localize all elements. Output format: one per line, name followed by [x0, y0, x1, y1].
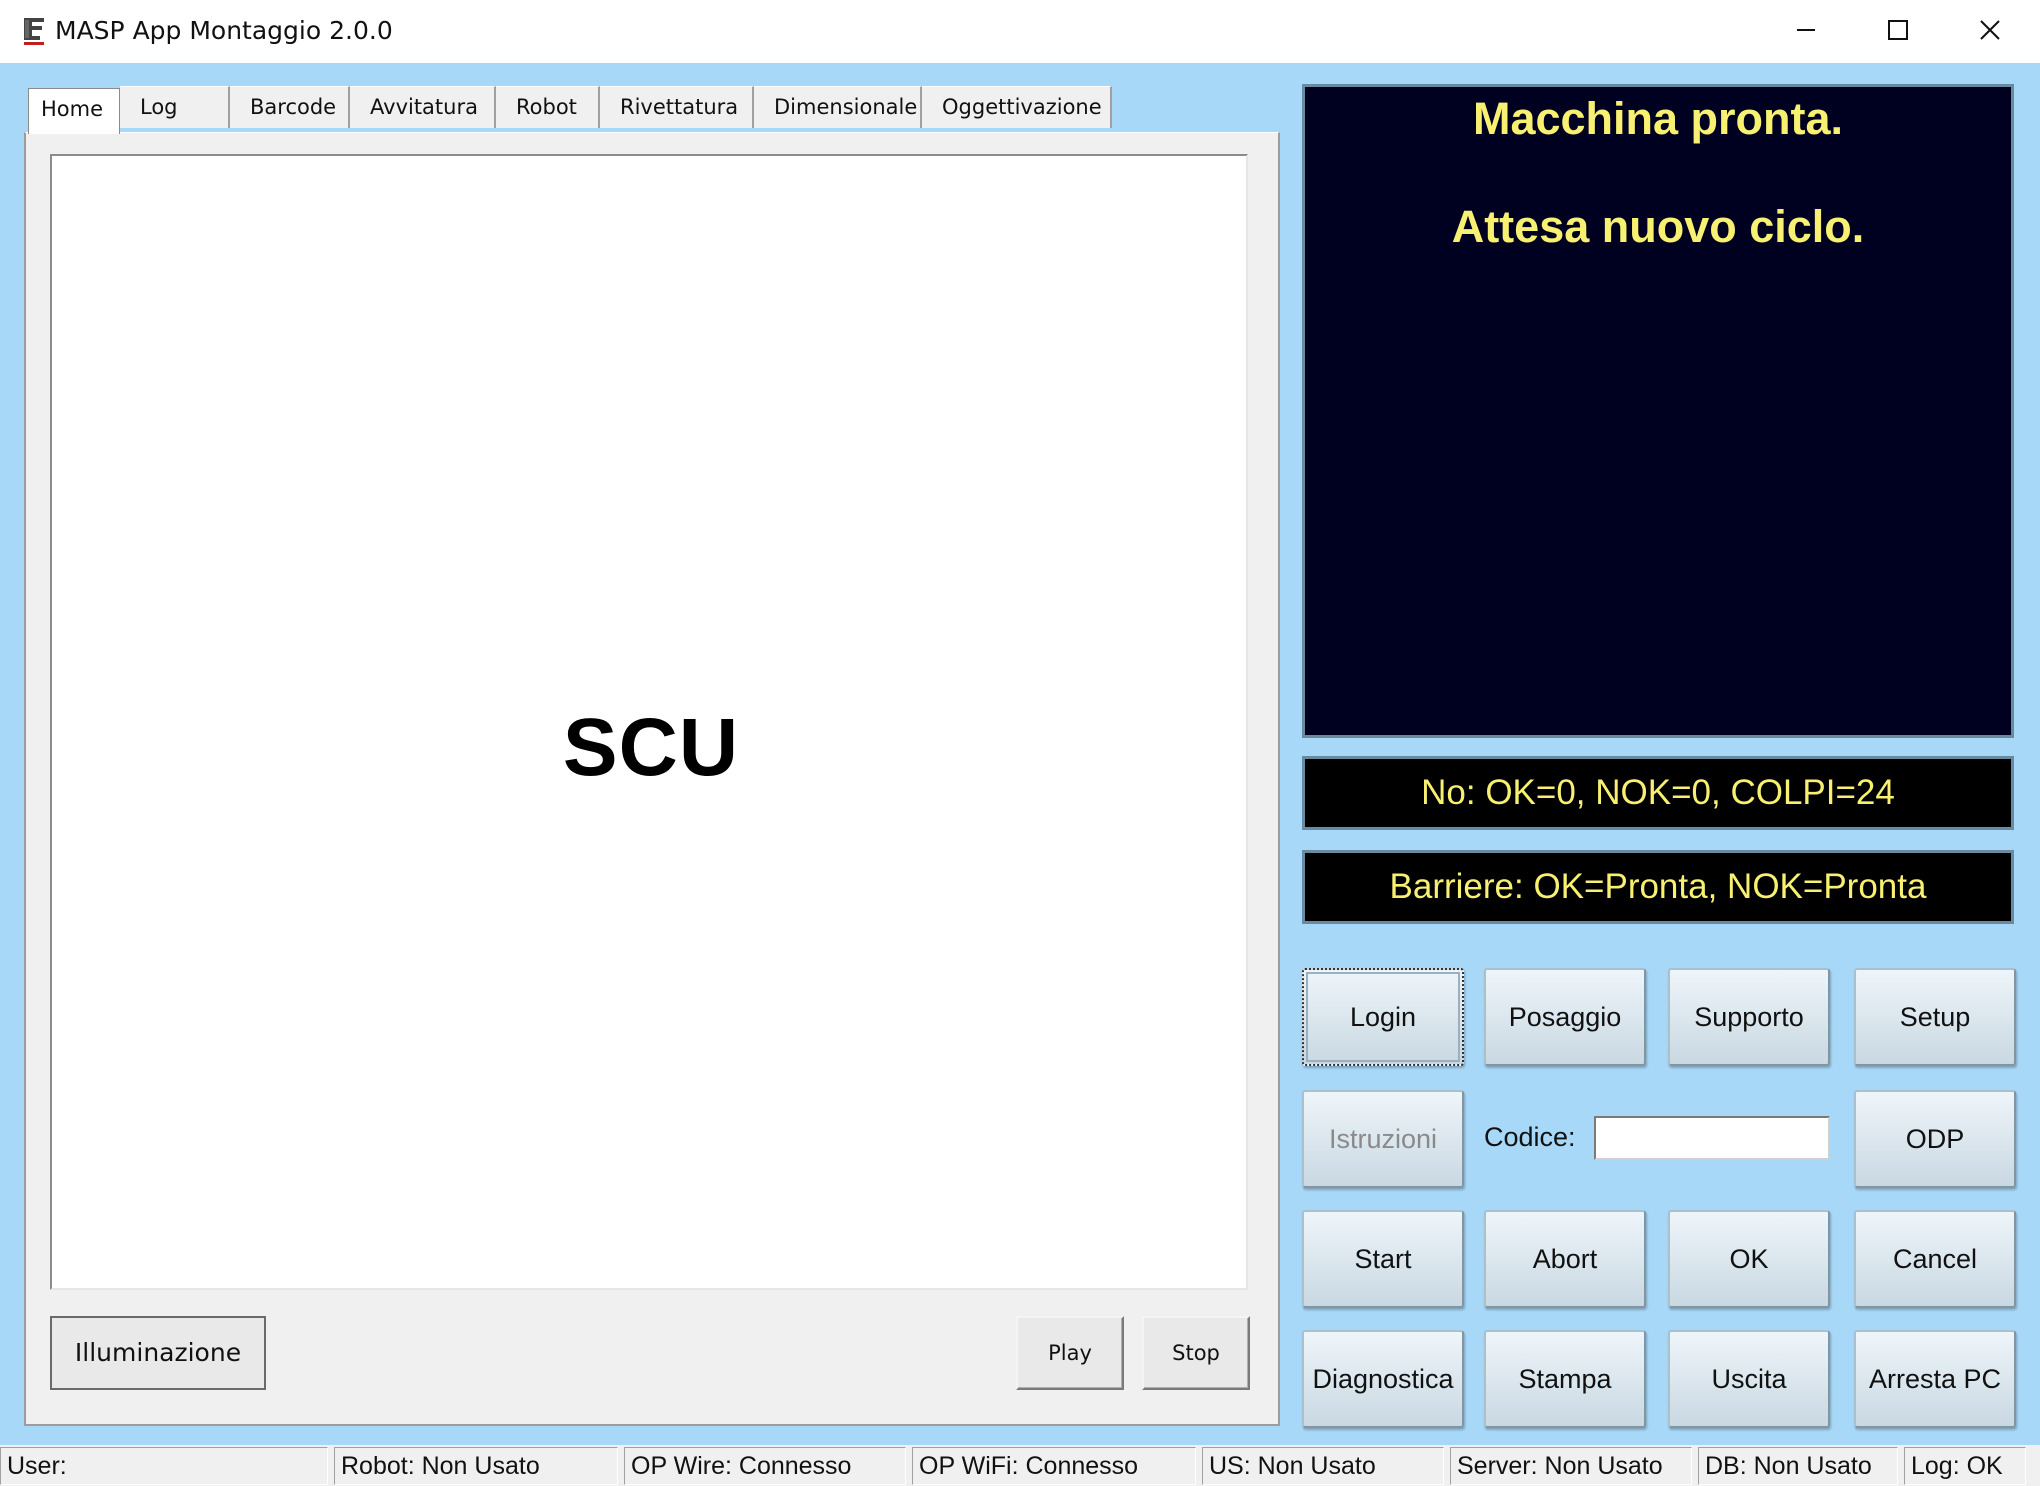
abort-button[interactable]: Abort: [1484, 1210, 1646, 1308]
message-line-1: Macchina pronta.: [1472, 93, 1844, 144]
tab-strip: Home Log Barcode Avvitatura Robot Rivett…: [28, 86, 1112, 134]
message-line-2: Attesa nuovo ciclo.: [1451, 201, 1865, 252]
title-bar[interactable]: MASP App Montaggio 2.0.0: [0, 0, 2040, 64]
status-op-wifi: OP WiFi: Connesso: [912, 1447, 1196, 1485]
minimize-button[interactable]: [1760, 0, 1852, 60]
maximize-icon: [1888, 20, 1908, 40]
play-button[interactable]: Play: [1016, 1316, 1124, 1390]
login-button[interactable]: Login: [1302, 968, 1464, 1066]
tab-home[interactable]: Home: [28, 88, 120, 134]
tab-log[interactable]: Log: [120, 86, 230, 128]
status-bar: User: Robot: Non Usato OP Wire: Connesso…: [0, 1445, 2040, 1486]
product-display-area: SCU: [50, 154, 1248, 1290]
tab-dimensionale[interactable]: Dimensionale: [754, 86, 922, 128]
status-robot: Robot: Non Usato: [334, 1447, 618, 1485]
supporto-button[interactable]: Supporto: [1668, 968, 1830, 1066]
arresta-pc-button[interactable]: Arresta PC: [1854, 1330, 2016, 1428]
setup-button[interactable]: Setup: [1854, 968, 2016, 1066]
ok-button[interactable]: OK: [1668, 1210, 1830, 1308]
app-logo-icon: [24, 18, 44, 45]
istruzioni-button[interactable]: Istruzioni: [1302, 1090, 1464, 1188]
status-user: User:: [0, 1447, 328, 1485]
stop-button[interactable]: Stop: [1142, 1316, 1250, 1390]
odp-button[interactable]: ODP: [1854, 1090, 2016, 1188]
message-panel: Macchina pronta. Attesa nuovo ciclo.: [1302, 84, 2014, 738]
counters-display: No: OK=0, NOK=0, COLPI=24: [1302, 756, 2014, 830]
barriers-display: Barriere: OK=Pronta, NOK=Pronta: [1302, 850, 2014, 924]
close-icon: [1980, 20, 2000, 40]
illuminazione-button[interactable]: Illuminazione: [50, 1316, 266, 1390]
status-op-wire: OP Wire: Connesso: [624, 1447, 906, 1485]
product-label: SCU: [562, 702, 740, 793]
status-log: Log: OK: [1904, 1447, 2026, 1485]
diagnostica-button[interactable]: Diagnostica: [1302, 1330, 1464, 1428]
cancel-button[interactable]: Cancel: [1854, 1210, 2016, 1308]
minimize-icon: [1797, 29, 1815, 31]
close-button[interactable]: [1944, 0, 2036, 60]
tab-rivettatura[interactable]: Rivettatura: [600, 86, 754, 128]
maximize-button[interactable]: [1852, 0, 1944, 60]
status-db: DB: Non Usato: [1698, 1447, 1898, 1485]
status-us: US: Non Usato: [1202, 1447, 1444, 1485]
stampa-button[interactable]: Stampa: [1484, 1330, 1646, 1428]
codice-label: Codice:: [1484, 1122, 1576, 1152]
tab-robot[interactable]: Robot: [496, 86, 600, 128]
tab-barcode[interactable]: Barcode: [230, 86, 350, 128]
posaggio-button[interactable]: Posaggio: [1484, 968, 1646, 1066]
window-title: MASP App Montaggio 2.0.0: [55, 16, 393, 45]
codice-input[interactable]: [1594, 1116, 1830, 1160]
uscita-button[interactable]: Uscita: [1668, 1330, 1830, 1428]
tab-avvitatura[interactable]: Avvitatura: [350, 86, 496, 128]
tab-oggettivazione[interactable]: Oggettivazione: [922, 86, 1112, 128]
start-button[interactable]: Start: [1302, 1210, 1464, 1308]
app-window: MASP App Montaggio 2.0.0 Home Log Barcod…: [0, 0, 2040, 1486]
status-server: Server: Non Usato: [1450, 1447, 1692, 1485]
